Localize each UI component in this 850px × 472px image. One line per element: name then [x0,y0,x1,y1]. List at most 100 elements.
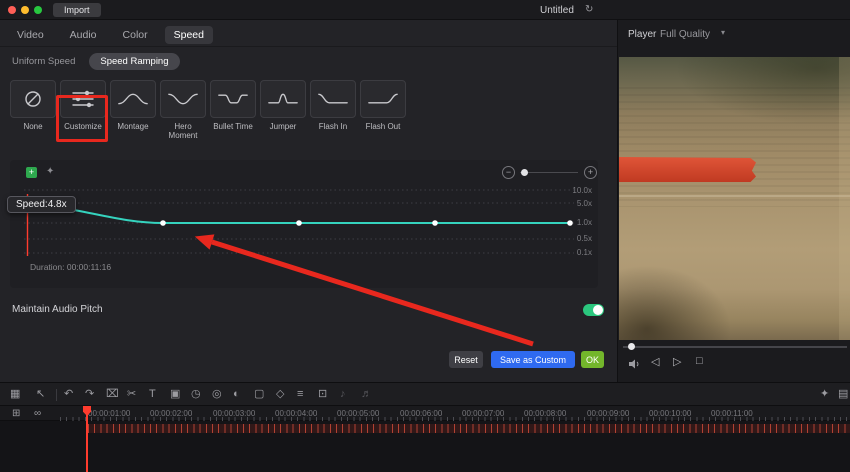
panel-tabs: Video Audio Color Speed [8,26,213,44]
preset-customize[interactable]: Customize [60,80,106,140]
titlebar: Import Untitled ↻ [0,0,850,20]
ok-button[interactable]: OK [581,351,604,368]
mode-uniform-speed[interactable]: Uniform Speed [12,53,75,70]
frame-tick-band [88,424,850,433]
star-icon[interactable]: ✦ [46,166,54,177]
video-preview [619,57,850,340]
preset-jumper[interactable]: Jumper [260,80,306,140]
divider [56,389,57,401]
save-as-custom-button[interactable]: Save as Custom [491,351,575,368]
seek-knob[interactable] [628,343,635,350]
preset-flash-in[interactable]: Flash In [310,80,356,140]
chevron-down-icon: ▾ [721,28,726,37]
media-stack-icon[interactable]: ⊞ [12,408,20,419]
stop-button[interactable]: □ [696,355,703,367]
motion-track-icon[interactable]: ⊡ [318,388,327,401]
frame-back-button[interactable]: ◁ [651,355,659,368]
preset-montage[interactable]: Montage [110,80,156,140]
zoom-in-icon[interactable]: + [584,166,597,179]
undo-icon[interactable]: ↶ [64,388,73,401]
y-axis-label: 10.0x [572,186,592,195]
filmora-window: Import Untitled ↻ Video Audio Color Spee… [0,0,850,472]
bullet-time-curve-icon [210,80,256,118]
mode-speed-ramping[interactable]: Speed Ramping [89,53,180,70]
timeline-ruler[interactable]: ⊞ ∞ 00:00:01:00 00:00:02:00 00:00:03:00 … [0,406,850,421]
speed-curve-editor: + ✦ − + 10.0x 5.0x 1.0x 0.5x 0.1x Durati… [10,160,598,288]
y-axis-label: 5.0x [576,199,592,208]
timeline: ⊞ ∞ 00:00:01:00 00:00:02:00 00:00:03:00 … [0,406,850,472]
maintain-audio-pitch-label: Maintain Audio Pitch [12,304,103,315]
tab-audio[interactable]: Audio [61,26,106,44]
zoom-slider[interactable] [520,172,578,173]
speed-icon[interactable]: ◷ [191,388,201,401]
jumper-curve-icon [260,80,306,118]
delete-icon[interactable]: ⌧ [106,388,119,401]
curve-point[interactable] [296,220,302,226]
panel-layout-icon[interactable]: ▤ [838,388,848,401]
curve-point[interactable] [432,220,438,226]
montage-curve-icon [110,80,156,118]
minimize-window-button[interactable] [21,6,29,14]
speed-ramp-presets: None Customize Montage Hero Moment Bulle… [10,80,406,140]
y-axis-label: 0.1x [576,248,592,257]
text-tool-icon[interactable]: T [149,388,156,401]
media-grid-icon[interactable]: ▦ [10,388,20,401]
cardboard-texture [619,87,850,207]
reset-button[interactable]: Reset [449,351,483,368]
preset-none[interactable]: None [10,80,56,140]
preset-hero-moment[interactable]: Hero Moment [160,80,206,140]
player-label: Player [628,29,657,40]
ruler-ticks [60,417,850,421]
crop-icon[interactable]: ▣ [170,388,180,401]
duration-label: Duration: 00:00:11:16 [30,262,112,272]
ai-tools-icon[interactable]: ✦ [820,388,829,401]
zoom-out-icon[interactable]: − [502,166,515,179]
sync-status-icon[interactable]: ↻ [585,4,593,15]
seek-bar[interactable] [623,346,847,348]
speed-mode-switch: Uniform Speed Speed Ramping [12,53,180,70]
close-window-button[interactable] [8,6,16,14]
snapshot-icon[interactable]: ◎ [212,388,222,401]
tab-video[interactable]: Video [8,26,53,44]
volume-icon[interactable] [628,358,641,370]
color-icon[interactable]: ◐ [233,388,240,401]
select-tool-icon[interactable]: ↖ [36,388,45,401]
tab-color[interactable]: Color [114,26,157,44]
mask-icon[interactable]: ▢ [254,388,264,401]
maintain-audio-pitch-toggle[interactable] [583,304,604,316]
speed-curve-canvas[interactable] [24,186,574,260]
redo-icon[interactable]: ↷ [85,388,94,401]
flash-in-curve-icon [310,80,356,118]
zoom-slider-knob[interactable] [521,169,528,176]
curve-point[interactable] [160,220,166,226]
add-point-icon[interactable]: + [26,167,37,178]
none-icon [10,80,56,118]
keyframe-icon[interactable]: ◇ [276,388,284,401]
play-button[interactable]: ▷ [673,355,681,368]
tab-speed[interactable]: Speed [164,26,213,44]
speed-tooltip: Speed:4.8x [7,196,76,213]
preset-bullet-time[interactable]: Bullet Time [210,80,256,140]
player-panel: Player Full Quality ▾ ◁ ▷ □ [617,20,850,382]
hero-moment-curve-icon [160,80,206,118]
adjust-icon[interactable]: ≡ [297,388,303,401]
red-tape-stripe [619,157,756,182]
flash-out-curve-icon [360,80,406,118]
cardboard-crease [619,195,850,197]
fullscreen-window-button[interactable] [34,6,42,14]
preset-flash-out[interactable]: Flash Out [360,80,406,140]
detach-audio-icon[interactable]: ♬ [361,388,372,401]
link-clips-icon[interactable]: ∞ [34,408,41,419]
import-button[interactable]: Import [53,3,101,17]
toggle-knob [593,305,603,315]
speed-panel: Video Audio Color Speed Uniform Speed Sp… [0,20,617,382]
playback-quality-dropdown[interactable]: Full Quality [660,29,710,40]
document-title: Untitled [540,5,574,16]
y-axis-label: 0.5x [576,234,592,243]
curve-point[interactable] [567,220,573,226]
split-icon[interactable]: ✂ [127,388,136,401]
cardboard-edge [839,57,850,340]
mute-icon[interactable]: ♪ [340,388,346,401]
customize-sliders-icon [60,80,106,118]
y-axis-label: 1.0x [576,218,592,227]
